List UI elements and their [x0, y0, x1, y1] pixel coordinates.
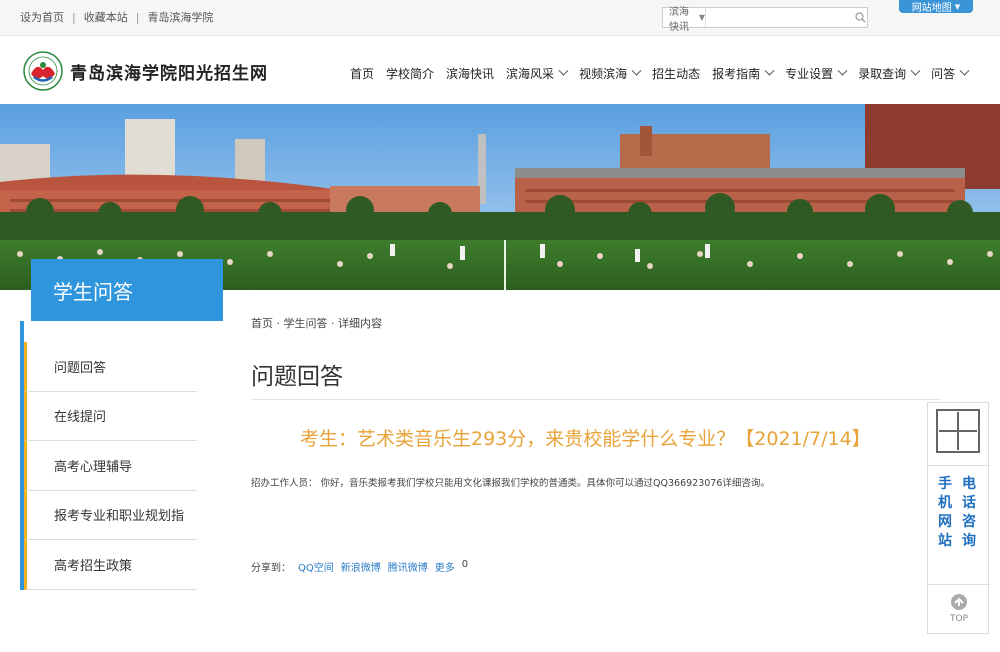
nav-home[interactable]: 首页 — [350, 65, 374, 82]
sitemap-button[interactable]: 网站地图 ▼ — [899, 0, 973, 14]
chevron-down-icon — [558, 65, 569, 76]
divider: | — [135, 10, 140, 24]
nav-label: 学校简介 — [386, 67, 435, 81]
bookmark-link[interactable]: 收藏本站 — [84, 9, 128, 25]
nav-label: 招生动态 — [652, 67, 701, 81]
caret-down-icon: ▼ — [698, 13, 706, 22]
share-qzone-link[interactable]: QQ空间 — [298, 559, 334, 574]
set-homepage-link[interactable]: 设为首页 — [20, 9, 64, 25]
share-bar: 分享到： QQ空间 新浪微博 腾讯微博 更多 0 — [251, 559, 468, 574]
nav-label: 录取查询 — [858, 67, 907, 81]
divider — [928, 584, 990, 585]
nav-results[interactable]: 录取查询 — [858, 65, 921, 82]
divider: | — [72, 10, 76, 24]
share-more-link[interactable]: 更多 — [435, 559, 455, 574]
back-to-top-button[interactable]: TOP — [928, 593, 990, 624]
nav-admission-news[interactable]: 招生动态 — [652, 65, 700, 82]
nav-qa[interactable]: 问答 — [931, 65, 970, 82]
divider — [928, 465, 990, 466]
chevron-down-icon — [631, 65, 642, 76]
sidebar-item-policy[interactable]: 高考招生政策 — [24, 540, 197, 590]
nav-label: 视频滨海 — [579, 67, 628, 81]
chevron-down-icon — [764, 65, 775, 76]
sidebar-item-ask-online[interactable]: 在线提问 — [24, 391, 197, 441]
share-count: 0 — [461, 559, 469, 570]
nav-label: 滨海快讯 — [446, 67, 495, 81]
phone-consult-link[interactable]: 电话咨询 — [962, 475, 976, 551]
chevron-down-icon — [910, 65, 921, 76]
search-category-label: 滨海快讯 — [669, 6, 689, 33]
floating-panel: 手机网站 电话咨询 TOP — [927, 402, 990, 634]
sidebar-title: 学生问答 — [31, 259, 223, 321]
qr-code-icon[interactable] — [936, 409, 980, 453]
nav-label: 首页 — [350, 67, 375, 81]
search-box: 滨海快讯 ▼ — [662, 7, 868, 33]
nav-label: 报考指南 — [712, 67, 761, 81]
sidebar-item-career-planning[interactable]: 报考专业和职业规划指 — [24, 490, 197, 540]
nav-label: 滨海风采 — [506, 67, 555, 81]
arrow-up-icon — [951, 594, 967, 610]
answer-text: 招办工作人员： 你好，音乐类报考我们学校只能用文化课报我们学校的普通类。具体你可… — [251, 478, 770, 489]
nav-gallery[interactable]: 滨海风采 — [506, 65, 569, 82]
header: 青岛滨海学院阳光招生网 首页 学校简介 滨海快讯 滨海风采 视频滨海 招生动态 … — [0, 37, 1000, 104]
chevron-down-icon: ▼ — [954, 2, 961, 11]
nav-news[interactable]: 滨海快讯 — [446, 65, 494, 82]
sidebar-item-answers[interactable]: 问题回答 — [24, 342, 197, 392]
logo-text: 青岛滨海学院阳光招生网 — [70, 63, 268, 84]
page-title: 问题回答 — [251, 364, 343, 390]
sidebar: 学生问答 问题回答 在线提问 高考心理辅导 报考专业和职业规划指 高考招生政策 — [20, 259, 223, 590]
college-link[interactable]: 青岛滨海学院 — [147, 9, 213, 25]
nav-video[interactable]: 视频滨海 — [579, 65, 642, 82]
nav-guide[interactable]: 报考指南 — [712, 65, 775, 82]
question-title: 考生：艺术类音乐生293分，来贵校能学什么专业？【2021/7/14】 — [300, 428, 871, 450]
nav-label: 专业设置 — [785, 67, 834, 81]
college-emblem-icon — [23, 51, 63, 91]
main-nav: 首页 学校简介 滨海快讯 滨海风采 视频滨海 招生动态 报考指南 专业设置 录取… — [350, 65, 970, 82]
chevron-down-icon — [959, 65, 970, 76]
site-logo[interactable]: 青岛滨海学院阳光招生网 — [22, 51, 268, 91]
search-icon[interactable] — [853, 8, 867, 27]
chevron-down-icon — [837, 65, 848, 76]
nav-majors[interactable]: 专业设置 — [785, 65, 848, 82]
sitemap-label: 网站地图 — [911, 3, 952, 14]
mobile-site-link[interactable]: 手机网站 — [938, 475, 952, 551]
breadcrumb: 首页 · 学生问答 · 详细内容 — [251, 317, 382, 330]
share-label: 分享到： — [251, 563, 291, 574]
share-weibo-link[interactable]: 新浪微博 — [341, 559, 381, 574]
search-category-select[interactable]: 滨海快讯 ▼ — [663, 7, 707, 33]
search-input[interactable] — [706, 8, 854, 27]
share-tencent-weibo-link[interactable]: 腾讯微博 — [388, 559, 428, 574]
sidebar-menu: 问题回答 在线提问 高考心理辅导 报考专业和职业规划指 高考招生政策 — [20, 342, 223, 590]
top-links: 设为首页 | 收藏本站 | 青岛滨海学院 — [20, 9, 213, 25]
sidebar-item-counseling[interactable]: 高考心理辅导 — [24, 441, 197, 491]
top-bar: 设为首页 | 收藏本站 | 青岛滨海学院 滨海快讯 ▼ 网站地图 ▼ — [0, 0, 1000, 36]
divider — [251, 399, 941, 400]
sidebar-accent — [20, 321, 24, 342]
nav-about[interactable]: 学校简介 — [386, 65, 434, 82]
nav-label: 问答 — [931, 67, 956, 81]
top-label: TOP — [949, 614, 968, 624]
